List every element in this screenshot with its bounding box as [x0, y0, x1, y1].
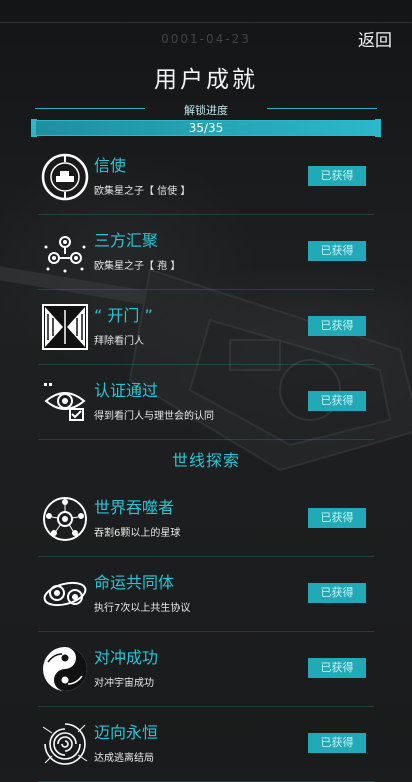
header-divider [0, 22, 412, 23]
achievement-desc: 执行7次以上共生协议 [94, 603, 191, 614]
achievement-item: 信使欧集星之子【 信使 】 已获得 [38, 140, 374, 215]
achievement-item: 迈向永恒达成逃离结局 已获得 [38, 707, 374, 782]
achievement-item: 认证通过得到看门人与理世会的认同 已获得 [38, 365, 374, 440]
achievement-name: 认证通过 [94, 381, 159, 400]
achievement-desc: 得到看门人与理世会的认同 [94, 411, 214, 422]
page-title: 用户成就 [154, 67, 258, 93]
planet-devourer-icon [40, 494, 90, 544]
achievement-name: 三方汇聚 [94, 231, 159, 250]
achievement-desc: 达成逃离结局 [94, 753, 154, 764]
achievement-group-main: 信使 欧集星之子【 信使 】已获得 三方汇聚 欧集星之子【 孢 】已获得 “ 开门 ” 拜… [38, 140, 374, 440]
achievement-desc: 吞割6颗以上的星球 [94, 528, 181, 539]
achievement-name: 对冲成功 [94, 648, 159, 667]
achievement-item: 世界吞噬者吞割6颗以上的星球 已获得 [38, 482, 374, 557]
achievement-item: 三方汇聚欧集星之子【 孢 】 已获得 [38, 215, 374, 290]
achievement-name: 信使 [94, 156, 127, 175]
obtained-badge[interactable]: 已获得 [308, 658, 366, 678]
achievement-desc: 欧集星之子【 信使 】 [94, 186, 191, 197]
achievement-name: 世界吞噬者 [94, 498, 175, 517]
ship-emblem-icon [40, 152, 90, 202]
achievement-group-worldline: 世界吞噬者 吞割6颗以上的星球 已获得 命运共同体 执行7次以上共生协议 已获得 对冲成功对… [38, 482, 374, 782]
achievement-list: 信使 欧集星之子【 信使 】已获得 三方汇聚 欧集星之子【 孢 】已获得 “ 开门 ” 拜… [38, 140, 374, 782]
section-title: 世线探索 [171, 451, 240, 470]
obtained-badge[interactable]: 已获得 [308, 241, 366, 261]
orbit-pair-icon [40, 569, 90, 619]
progress-label: 解锁进度 [184, 104, 228, 117]
unlock-progress: 解锁进度 35/35 [31, 104, 381, 137]
obtained-badge[interactable]: 已获得 [308, 316, 366, 336]
achievement-desc: 拜除看门人 [94, 336, 144, 347]
obtained-badge[interactable]: 已获得 [308, 583, 366, 603]
network-nodes-icon [40, 227, 90, 277]
obtained-badge[interactable]: 已获得 [308, 733, 366, 753]
achievement-desc: 欧集星之子【 孢 】 [94, 261, 181, 272]
achievement-name: “ 开门 ” [94, 306, 153, 325]
achievement-item: 对冲成功对冲宇宙成功 已获得 [38, 632, 374, 707]
achievement-name: 迈向永恒 [94, 723, 159, 742]
obtained-badge[interactable]: 已获得 [308, 508, 366, 528]
progress-bar: 35/35 [35, 120, 377, 136]
progress-text: 35/35 [188, 121, 224, 135]
obtained-badge[interactable]: 已获得 [308, 166, 366, 186]
achievement-item: 命运共同体执行7次以上共生协议 已获得 [38, 557, 374, 632]
progress-cap-right [375, 119, 381, 137]
yin-yang-swirl-icon [40, 644, 90, 694]
achievement-item: “ 开门 ” 拜除看门人 已获得 [38, 290, 374, 365]
back-button[interactable]: 返回 [358, 26, 392, 51]
vortex-icon [40, 719, 90, 769]
achievement-name: 命运共同体 [94, 573, 175, 592]
obtained-badge[interactable]: 已获得 [308, 391, 366, 411]
date-display: 0001-04-23 [161, 32, 251, 46]
achievement-desc: 对冲宇宙成功 [94, 678, 154, 689]
gate-icon [40, 302, 90, 352]
eye-verify-icon [40, 377, 90, 427]
